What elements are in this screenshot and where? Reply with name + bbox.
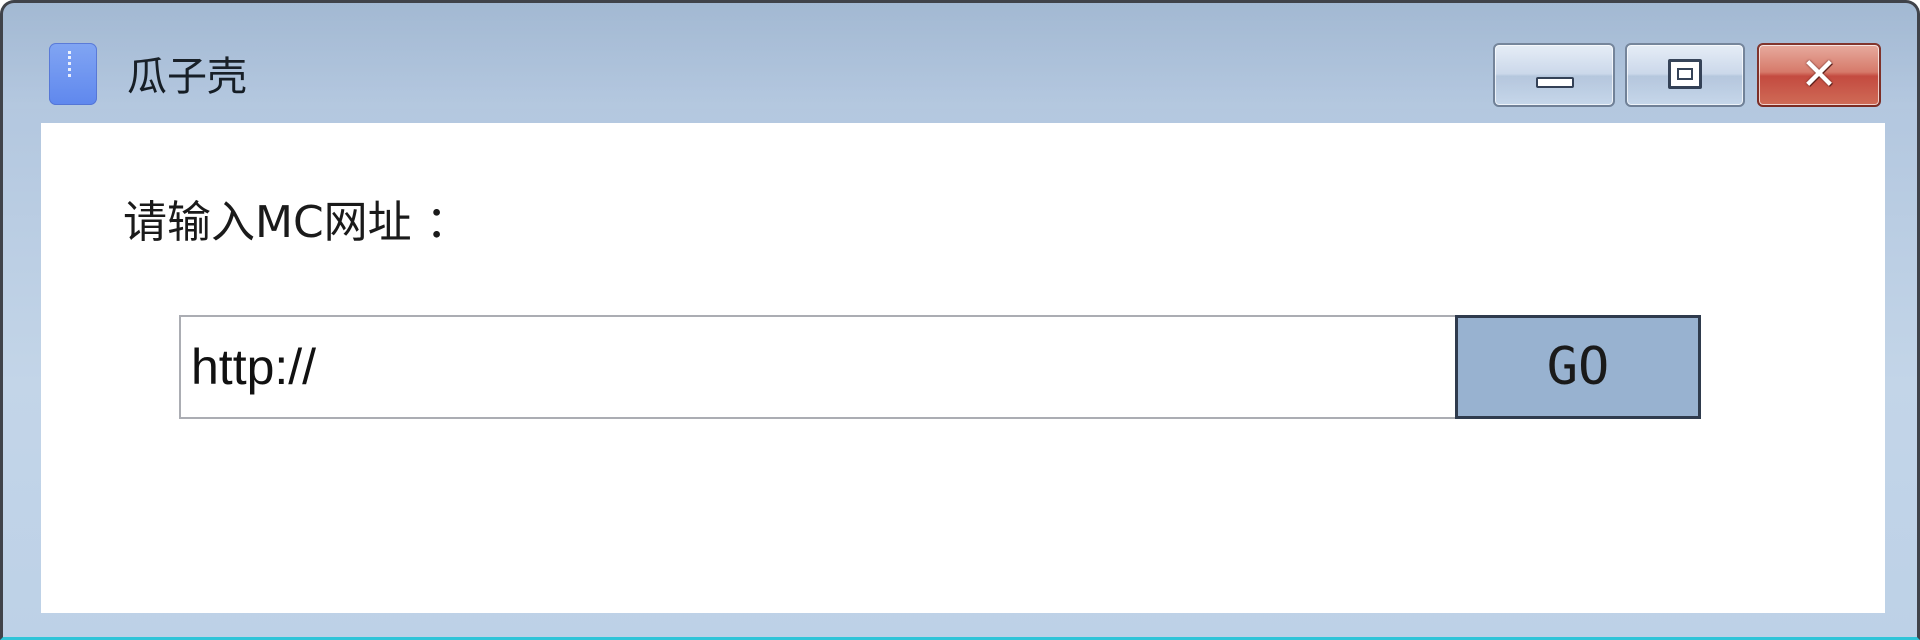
title-bar[interactable]: 瓜子壳 ✕ (3, 3, 1917, 121)
zip-archive-icon (49, 43, 97, 105)
zipper-mark (68, 51, 79, 77)
url-prompt-label: 请输入MC网址 ： (123, 197, 470, 248)
minimize-icon (1536, 77, 1574, 88)
url-input[interactable] (179, 315, 1455, 419)
minimize-button[interactable] (1493, 43, 1615, 107)
maximize-icon (1668, 59, 1702, 89)
app-window: 瓜子壳 ✕ 请输入MC网址 ： GO (0, 0, 1920, 640)
go-button[interactable]: GO (1455, 315, 1701, 419)
close-button[interactable]: ✕ (1757, 43, 1881, 107)
close-icon: ✕ (1800, 49, 1838, 100)
client-area: 请输入MC网址 ： GO (41, 123, 1885, 613)
maximize-button[interactable] (1625, 43, 1745, 107)
window-title: 瓜子壳 (127, 54, 247, 100)
